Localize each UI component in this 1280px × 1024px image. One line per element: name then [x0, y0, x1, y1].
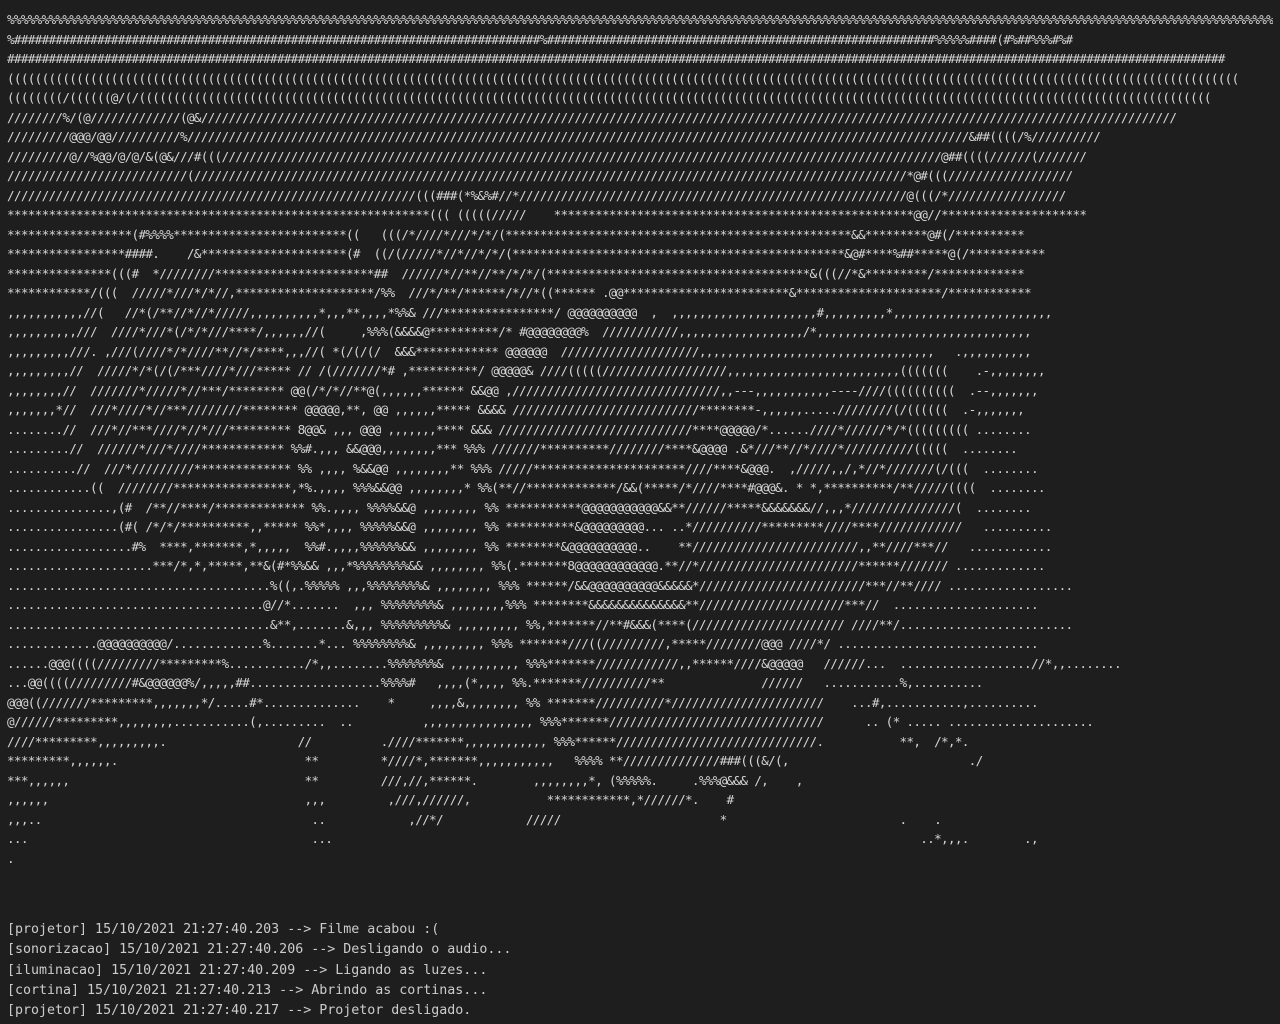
ascii-art-line: ((((((((/((((((@/(/(((((((((((((((((((((…	[7, 90, 1212, 105]
ascii-art-line: ******************(#%%%%****************…	[7, 226, 1025, 242]
ascii-art-line: /////////@@@/@@//////////%//////////////…	[7, 129, 1101, 144]
ascii-art-line: *****************####. /&***************…	[7, 246, 1046, 261]
ascii-art-line: ////*********,,,,,,,,,. // .////*******,…	[7, 733, 969, 749]
ascii-art-line: .............@@@@@@@@@@/.............%..…	[7, 636, 1039, 651]
ascii-art-line: ########################################…	[7, 51, 1225, 66]
ascii-art-line: ////////////////////////////////////////…	[7, 187, 1066, 203]
ascii-art-line: ...@@((((/////////#&@@@@@@%/,,,,,##.....…	[7, 675, 983, 690]
ascii-art-line: //////////////////////////(/////////////…	[7, 168, 1073, 183]
ascii-art-line: .	[7, 850, 15, 866]
log-line-cortina: [cortina] 15/10/2021 21:27:40.213 --> Ab…	[7, 982, 488, 998]
ascii-art-line: *********,,,,,,. ** *////*,*******,,,,,,…	[7, 753, 983, 768]
ascii-art-line: ,,,,,,,,,,/// ////*///*(/*/*///****/,,,,…	[7, 324, 1032, 339]
ascii-art-line: ........// ///*//***////*//*///*********…	[7, 421, 1032, 437]
ascii-art-line: ,,,,,,,*// ///*////*//***////////*******…	[7, 402, 1025, 417]
ascii-art-line: ............(( ////////*****************…	[7, 480, 1046, 495]
ascii-art-line: ................(#( /*/*/**********,,***…	[7, 519, 1052, 534]
log-line-projetor-filme: [projetor] 15/10/2021 21:27:40.203 --> F…	[7, 922, 440, 937]
ascii-art-line: /////////@//%@@/@/@/&(@&///#(((/////////…	[7, 148, 1087, 164]
log-output: [projetor] 15/10/2021 21:27:40.203 --> F…	[7, 920, 511, 1021]
ascii-art-line: ......................................&*…	[7, 616, 1073, 632]
terminal-window[interactable]: %%%%%%%%%%%%%%%%%%%%%%%%%%%%%%%%%%%%%%%%…	[0, 0, 1280, 1024]
ascii-art-line: ..........// ///*/////////**************…	[7, 460, 1039, 476]
ascii-art-line: ((((((((((((((((((((((((((((((((((((((((…	[7, 70, 1239, 86]
log-line-projetor-desligado: [projetor] 15/10/2021 21:27:40.217 --> P…	[7, 1003, 472, 1019]
ascii-art-line: ***************(((# *////////***********…	[7, 265, 1025, 281]
ascii-art-line: ************/((( /////*///*/*//,********…	[7, 285, 1032, 300]
ascii-art-line: @//////*********,,,,,,,,...........(,...…	[7, 714, 1094, 729]
ascii-art-line: ,,,,,,,,,///. ,///(////*/*////**//*/****…	[7, 343, 1032, 359]
ascii-art-line: ***,,,,,, ** ///,//,******. ,,,,,,,,*, (…	[7, 772, 803, 788]
ascii-art-line: ... ... ..*,,,. .,	[7, 831, 1039, 846]
ascii-art-line: .........// //////*///*////************ …	[7, 441, 1018, 456]
ascii-art-line: ,,,,,, ,,, ,///,//////, ************,*//…	[7, 792, 734, 807]
ascii-art-line: ......................................%(…	[7, 577, 1073, 593]
ascii-art-line: %#######################################…	[7, 31, 1073, 47]
ascii-art-line: %%%%%%%%%%%%%%%%%%%%%%%%%%%%%%%%%%%%%%%%…	[7, 12, 1273, 27]
ascii-art-line: ,,,,,,,,,,,//( //*(/**//*//*/////,,,,,,,…	[7, 304, 1052, 320]
ascii-art-line: ****************************************…	[7, 207, 1087, 222]
ascii-art-output: %%%%%%%%%%%%%%%%%%%%%%%%%%%%%%%%%%%%%%%%…	[7, 10, 1273, 890]
ascii-art-line: .....................***/*,*,*****,**&(#…	[7, 558, 1046, 573]
log-line-iluminacao: [iluminacao] 15/10/2021 21:27:40.209 -->…	[7, 962, 488, 978]
ascii-art-line: ,,,.. .. ,//*/ ///// * . .	[7, 811, 942, 827]
ascii-art-line: .....................................@//…	[7, 597, 1039, 612]
ascii-art-line: ...............,(# /**//****/***********…	[7, 499, 1032, 515]
ascii-art-line: ..................#% ****,*******,*,,,,,…	[7, 538, 1052, 554]
ascii-art-line: @@@((///////*********,,,,,,,*/.....#*...…	[7, 694, 1039, 710]
ascii-art-line: ,,,,,,,,,// /////*/*(/(/***////*///*****…	[7, 363, 1046, 378]
ascii-art-line: ,,,,,,,,// ///////*/////*//***/******** …	[7, 382, 1039, 398]
ascii-art-line: ////////%/(@/////////////(@&////////////…	[7, 109, 1177, 125]
log-line-sonorizacao: [sonorizacao] 15/10/2021 21:27:40.206 --…	[7, 942, 512, 958]
ascii-art-line: ......@@@((((/////////*********%........…	[7, 655, 1122, 671]
